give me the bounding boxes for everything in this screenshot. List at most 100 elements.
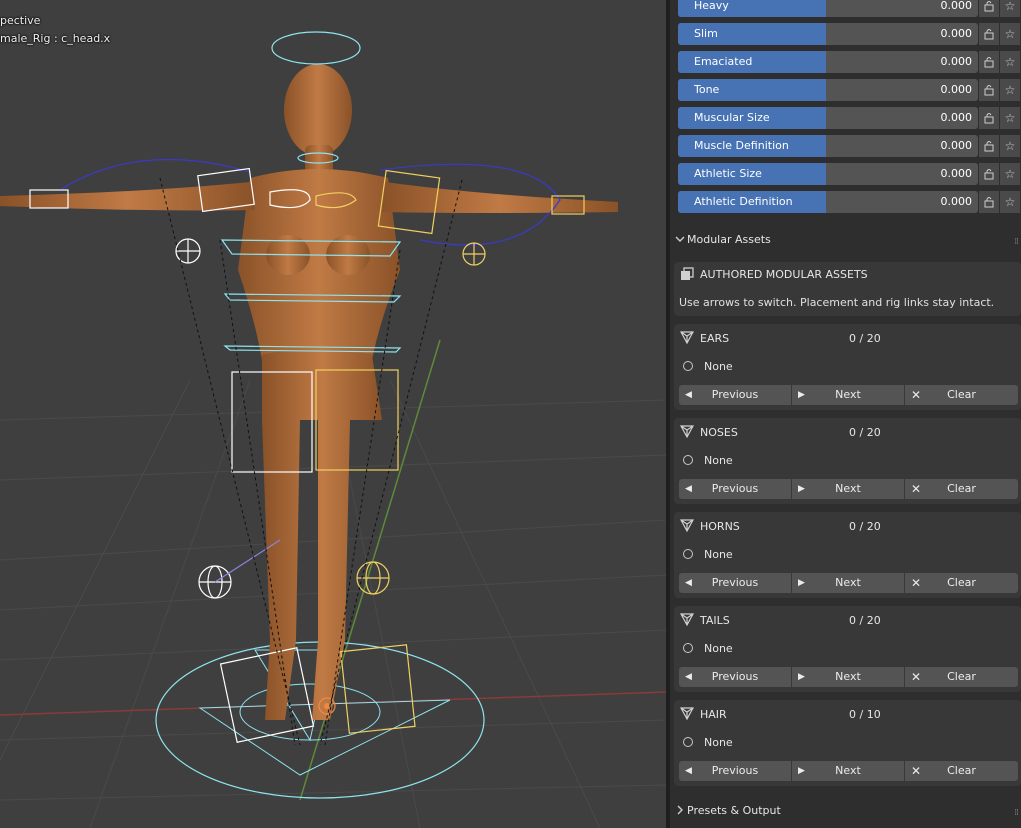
shape-slider-row: Heavy 0.000 ☆ xyxy=(678,0,1021,17)
slider-label: Tone xyxy=(694,83,720,96)
radio-icon[interactable] xyxy=(683,361,693,371)
3d-viewport[interactable]: pective male_Rig : c_head.x xyxy=(0,0,666,828)
shape-slider[interactable]: Athletic Definition 0.000 xyxy=(678,191,978,213)
radio-icon[interactable] xyxy=(683,549,693,559)
shape-slider[interactable]: Athletic Size 0.000 xyxy=(678,163,978,185)
next-button[interactable]: ▶ Next xyxy=(792,479,904,499)
slider-value: 0.000 xyxy=(940,195,973,208)
category-name: TAILS xyxy=(700,614,730,627)
chevron-down-icon xyxy=(675,236,685,242)
shape-slider[interactable]: Muscular Size 0.000 xyxy=(678,107,978,129)
star-icon[interactable]: ☆ xyxy=(1000,23,1020,45)
drag-grip-icon[interactable]: ⁞⁞ xyxy=(1014,237,1019,247)
lock-icon[interactable] xyxy=(979,135,999,157)
star-icon[interactable]: ☆ xyxy=(1000,163,1020,185)
modular-assets-header[interactable]: Modular Assets ⁞⁞ xyxy=(670,226,1021,254)
asset-nav-buttons: ◀ Previous ▶ Next ✕ Clear xyxy=(679,761,1018,781)
slider-label: Heavy xyxy=(694,0,729,12)
category-name: HORNS xyxy=(700,520,740,533)
asset-nav-buttons: ◀ Previous ▶ Next ✕ Clear xyxy=(679,667,1018,687)
asset-nav-buttons: ◀ Previous ▶ Next ✕ Clear xyxy=(679,573,1018,593)
shape-slider[interactable]: Tone 0.000 xyxy=(678,79,978,101)
slider-value: 0.000 xyxy=(940,55,973,68)
star-icon[interactable]: ☆ xyxy=(1000,135,1020,157)
selected-asset: None xyxy=(704,548,733,561)
lock-icon[interactable] xyxy=(979,79,999,101)
clear-button[interactable]: ✕ Clear xyxy=(905,667,1018,687)
shape-slider-row: Muscle Definition 0.000 ☆ xyxy=(678,135,1021,157)
previous-button[interactable]: ◀ Previous xyxy=(679,761,791,781)
category-name: EARS xyxy=(700,332,730,345)
properties-panel: Heavy 0.000 ☆ Slim 0.000 ☆ Emaciated 0.000 ☆ Tone… xyxy=(670,0,1021,828)
slider-value: 0.000 xyxy=(940,27,973,40)
slider-value: 0.000 xyxy=(940,0,973,12)
previous-button[interactable]: ◀ Previous xyxy=(679,385,791,405)
mesh-icon xyxy=(680,425,694,438)
mesh-icon xyxy=(680,707,694,720)
next-button[interactable]: ▶ Next xyxy=(792,385,904,405)
slider-label: Athletic Size xyxy=(694,167,762,180)
star-icon[interactable]: ☆ xyxy=(1000,107,1020,129)
previous-button[interactable]: ◀ Previous xyxy=(679,479,791,499)
selected-asset: None xyxy=(704,736,733,749)
next-button[interactable]: ▶ Next xyxy=(792,667,904,687)
category-count: 0 / 20 xyxy=(849,332,881,345)
shape-slider[interactable]: Heavy 0.000 xyxy=(678,0,978,17)
presets-output-title: Presets & Output xyxy=(687,804,781,817)
star-icon[interactable]: ☆ xyxy=(1000,79,1020,101)
radio-icon[interactable] xyxy=(683,643,693,653)
modular-assets-title: Modular Assets xyxy=(687,233,771,246)
previous-button[interactable]: ◀ Previous xyxy=(679,667,791,687)
asset-nav-buttons: ◀ Previous ▶ Next ✕ Clear xyxy=(679,385,1018,405)
radio-icon[interactable] xyxy=(683,455,693,465)
previous-button[interactable]: ◀ Previous xyxy=(679,573,791,593)
slider-label: Athletic Definition xyxy=(694,195,793,208)
shape-slider-row: Athletic Size 0.000 ☆ xyxy=(678,163,1021,185)
shape-slider-row: Muscular Size 0.000 ☆ xyxy=(678,107,1021,129)
star-icon[interactable]: ☆ xyxy=(1000,51,1020,73)
lock-icon[interactable] xyxy=(979,51,999,73)
lock-icon[interactable] xyxy=(979,191,999,213)
next-button[interactable]: ▶ Next xyxy=(792,573,904,593)
category-count: 0 / 10 xyxy=(849,708,881,721)
asset-nav-buttons: ◀ Previous ▶ Next ✕ Clear xyxy=(679,479,1018,499)
drag-grip-icon[interactable]: ⁞⁞ xyxy=(1014,808,1019,818)
asset-category-box: HAIR 0 / 10 None ◀ Previous ▶ Next ✕ Clear xyxy=(674,700,1021,786)
shape-slider[interactable]: Emaciated 0.000 xyxy=(678,51,978,73)
chevron-right-icon xyxy=(677,805,683,815)
shape-slider-row: Slim 0.000 ☆ xyxy=(678,23,1021,45)
radio-icon[interactable] xyxy=(683,737,693,747)
lock-icon[interactable] xyxy=(979,0,999,17)
slider-label: Muscular Size xyxy=(694,111,770,124)
category-name: NOSES xyxy=(700,426,738,439)
slider-value: 0.000 xyxy=(940,83,973,96)
clear-button[interactable]: ✕ Clear xyxy=(905,761,1018,781)
assets-icon xyxy=(681,267,694,280)
shape-slider[interactable]: Slim 0.000 xyxy=(678,23,978,45)
lock-icon[interactable] xyxy=(979,163,999,185)
clear-button[interactable]: ✕ Clear xyxy=(905,385,1018,405)
category-count: 0 / 20 xyxy=(849,520,881,533)
slider-label: Muscle Definition xyxy=(694,139,789,152)
selected-asset: None xyxy=(704,642,733,655)
clear-button[interactable]: ✕ Clear xyxy=(905,479,1018,499)
star-icon[interactable]: ☆ xyxy=(1000,0,1020,17)
lock-icon[interactable] xyxy=(979,23,999,45)
clear-button[interactable]: ✕ Clear xyxy=(905,573,1018,593)
slider-value: 0.000 xyxy=(940,111,973,124)
shape-slider-row: Athletic Definition 0.000 ☆ xyxy=(678,191,1021,213)
slider-label: Emaciated xyxy=(694,55,753,68)
asset-category-box: TAILS 0 / 20 None ◀ Previous ▶ Next ✕ Clear xyxy=(674,606,1021,692)
viewport-active-object: male_Rig : c_head.x xyxy=(0,32,111,45)
presets-output-header[interactable]: Presets & Output ⁞⁞ xyxy=(670,797,1021,825)
slider-label: Slim xyxy=(694,27,718,40)
shape-slider[interactable]: Muscle Definition 0.000 xyxy=(678,135,978,157)
star-icon[interactable]: ☆ xyxy=(1000,191,1020,213)
shape-slider-row: Emaciated 0.000 ☆ xyxy=(678,51,1021,73)
lock-icon[interactable] xyxy=(979,107,999,129)
next-button[interactable]: ▶ Next xyxy=(792,761,904,781)
mesh-icon xyxy=(680,331,694,344)
asset-category-box: HORNS 0 / 20 None ◀ Previous ▶ Next ✕ Clear xyxy=(674,512,1021,598)
asset-category-box: NOSES 0 / 20 None ◀ Previous ▶ Next ✕ Clear xyxy=(674,418,1021,504)
shape-slider-row: Tone 0.000 ☆ xyxy=(678,79,1021,101)
